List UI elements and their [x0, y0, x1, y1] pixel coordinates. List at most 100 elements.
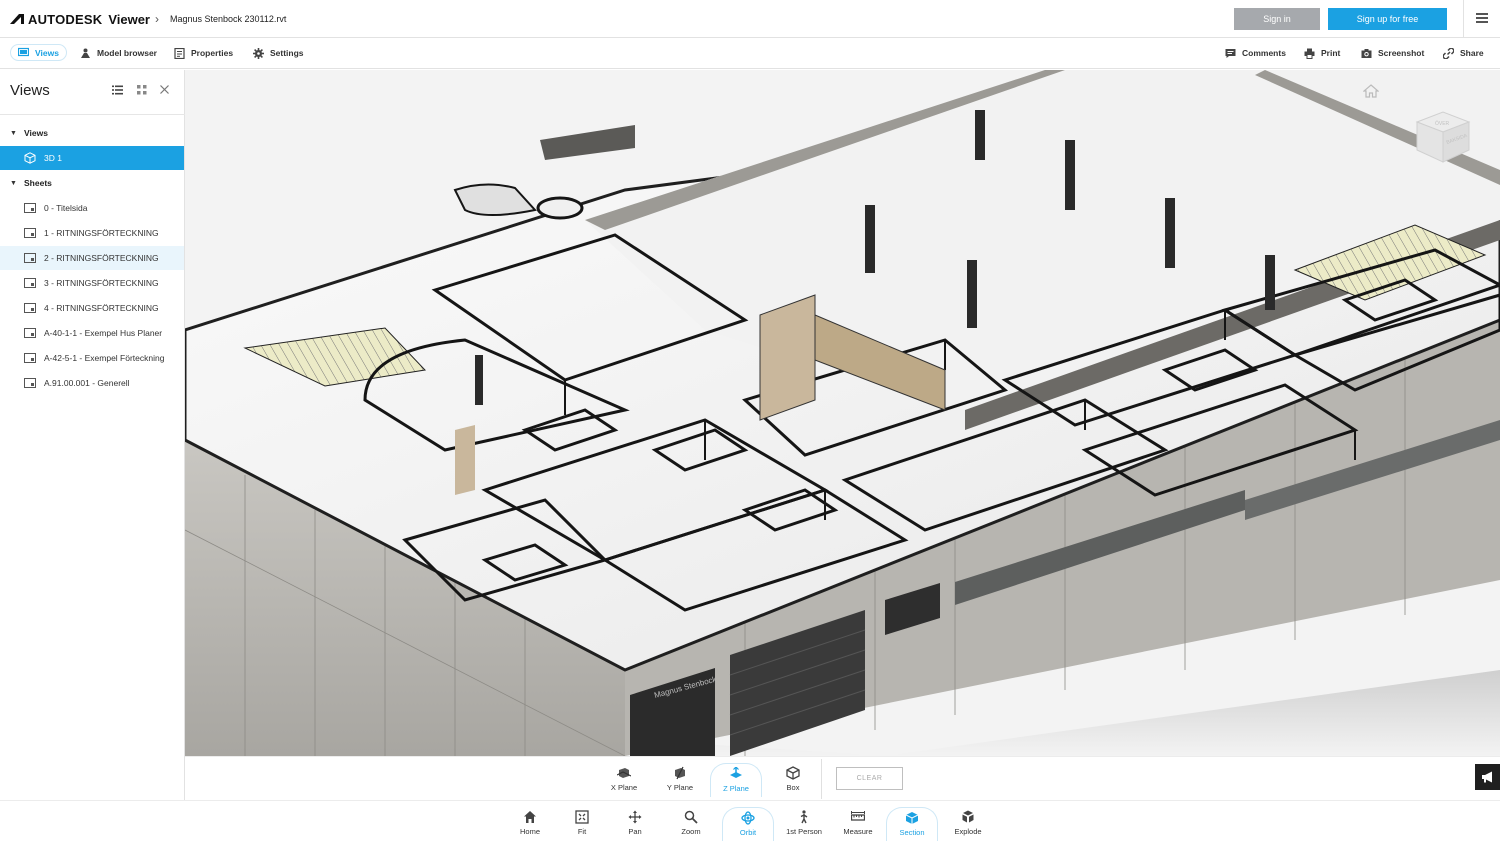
home-icon[interactable] [1363, 84, 1379, 98]
tree-item-label: A-42-5-1 - Exempel Förteckning [44, 353, 165, 363]
tree-item-sheet[interactable]: A.91.00.001 - Generell [0, 371, 184, 395]
zoom-button[interactable]: Zoom [665, 807, 717, 841]
properties-icon [174, 47, 185, 59]
tree-item-label: 0 - Titelsida [44, 203, 88, 213]
app-header: AUTODESK Viewer › Magnus Stenbock 230112… [0, 0, 1500, 38]
navigation-toolbar: Home Fit Pan Zoom Orbit 1st Person Measu… [0, 800, 1500, 843]
tab-views-label: Views [35, 47, 59, 58]
tab-model-browser[interactable]: Model browser [80, 45, 157, 61]
fit-button[interactable]: Fit [556, 807, 608, 841]
zoom-icon [684, 810, 698, 824]
sheet-icon [24, 328, 36, 338]
section-cube-icon [905, 812, 919, 824]
home-button[interactable]: Home [504, 807, 556, 841]
fit-icon [575, 810, 589, 824]
z-plane-icon [730, 767, 742, 778]
tab-model-browser-label: Model browser [97, 48, 157, 58]
z-plane-button[interactable]: Z Plane [710, 763, 762, 797]
print-label: Print [1321, 48, 1341, 58]
sheet-icon [24, 203, 36, 213]
megaphone-icon [1481, 771, 1492, 783]
box-label: Box [786, 783, 800, 792]
first-person-button[interactable]: 1st Person [778, 807, 830, 841]
tab-properties-label: Properties [191, 48, 234, 58]
caret-down-icon: ▼ [10, 179, 17, 187]
chevron-right-icon: › [155, 12, 159, 26]
home-icon [524, 811, 536, 823]
panel-title: Views [10, 82, 50, 99]
tab-settings-label: Settings [270, 48, 304, 58]
tree-item-label: A-40-1-1 - Exempel Hus Planer [44, 328, 163, 338]
hamburger-menu-icon[interactable] [1476, 13, 1488, 23]
comments-button[interactable]: Comments [1225, 45, 1286, 61]
orbit-button[interactable]: Orbit [722, 807, 774, 841]
pan-icon [628, 810, 642, 824]
section-button[interactable]: Section [886, 807, 938, 841]
tree-item-3d-1[interactable]: 3D 1 [0, 146, 184, 170]
zoom-label: Zoom [681, 827, 701, 836]
brand-product: Viewer [108, 11, 150, 27]
sign-in-button[interactable]: Sign in [1234, 8, 1320, 30]
x-plane-button[interactable]: X Plane [598, 763, 650, 797]
tree-item-sheet[interactable]: A-42-5-1 - Exempel Förteckning [0, 346, 184, 370]
tree-group-views[interactable]: ▼ Views [0, 121, 184, 145]
orbit-label: Orbit [739, 828, 757, 837]
list-view-icon[interactable] [112, 85, 123, 95]
box-button[interactable]: Box [767, 763, 819, 797]
toolbar-divider [821, 759, 822, 799]
walk-person-icon [800, 810, 808, 824]
explode-label: Explode [954, 827, 982, 836]
feedback-button[interactable] [1475, 764, 1500, 790]
sheet-icon [24, 278, 36, 288]
main-toolbar: Views Model browser Properties Settings … [0, 38, 1500, 69]
share-button[interactable]: Share [1443, 45, 1484, 61]
view-cube[interactable]: ÖVER BAKSIDA [1407, 104, 1475, 168]
model-browser-icon [81, 48, 90, 58]
tree-item-label: 1 - RITNINGSFÖRTECKNING [44, 228, 159, 238]
tree-item-sheet[interactable]: 2 - RITNINGSFÖRTECKNING [0, 246, 184, 270]
caret-down-icon: ▼ [10, 129, 17, 137]
sheet-icon [24, 303, 36, 313]
tree-item-label: A.91.00.001 - Generell [44, 378, 130, 388]
tab-settings[interactable]: Settings [253, 45, 304, 61]
tree-group-label: Sheets [24, 178, 52, 188]
screenshot-button[interactable]: Screenshot [1361, 45, 1424, 61]
pan-button[interactable]: Pan [609, 807, 661, 841]
tree-item-sheet[interactable]: 0 - Titelsida [0, 196, 184, 220]
x-plane-icon [617, 768, 631, 778]
tab-views[interactable]: Views [10, 44, 67, 61]
autodesk-logo[interactable]: AUTODESK Viewer [10, 11, 150, 27]
gear-icon [253, 47, 264, 59]
grid-view-icon[interactable] [137, 85, 147, 95]
y-plane-button[interactable]: Y Plane [654, 763, 706, 797]
fit-label: Fit [577, 827, 587, 836]
screenshot-label: Screenshot [1378, 48, 1425, 58]
tree-item-label: 4 - RITNINGSFÖRTECKNING [44, 303, 159, 313]
autodesk-logo-icon [10, 14, 24, 24]
sheet-icon [24, 228, 36, 238]
tree-item-sheet[interactable]: 3 - RITNINGSFÖRTECKNING [0, 271, 184, 295]
first-person-label: 1st Person [786, 827, 822, 836]
brand-name: AUTODESK [28, 11, 103, 27]
tree-item-sheet[interactable]: A-40-1-1 - Exempel Hus Planer [0, 321, 184, 345]
building-model-render[interactable]: Magnus Stenbock [185, 70, 1500, 756]
tree-item-label: 2 - RITNINGSFÖRTECKNING [44, 253, 159, 263]
tree-item-sheet[interactable]: 1 - RITNINGSFÖRTECKNING [0, 221, 184, 245]
views-panel: Views ▼ Views 3D 1 ▼ Sheets 0 - Titelsid… [0, 70, 185, 800]
tree-group-sheets[interactable]: ▼ Sheets [0, 171, 184, 195]
measure-button[interactable]: Measure [832, 807, 884, 841]
model-viewport[interactable]: Magnus Stenbock ÖVER BAKSIDA [185, 70, 1500, 756]
close-icon[interactable] [160, 85, 169, 94]
tab-properties[interactable]: Properties [174, 45, 233, 61]
link-icon [1443, 47, 1454, 59]
clear-section-button[interactable]: CLEAR [836, 767, 903, 790]
sign-up-button[interactable]: Sign up for free [1328, 8, 1447, 30]
views-icon [18, 47, 29, 57]
comment-icon [1225, 48, 1236, 58]
ruler-icon [851, 811, 865, 821]
print-button[interactable]: Print [1304, 45, 1340, 61]
explode-button[interactable]: Explode [942, 807, 994, 841]
tree-item-sheet[interactable]: 4 - RITNINGSFÖRTECKNING [0, 296, 184, 320]
explode-cube-icon [962, 810, 974, 823]
tree-group-label: Views [24, 128, 48, 138]
